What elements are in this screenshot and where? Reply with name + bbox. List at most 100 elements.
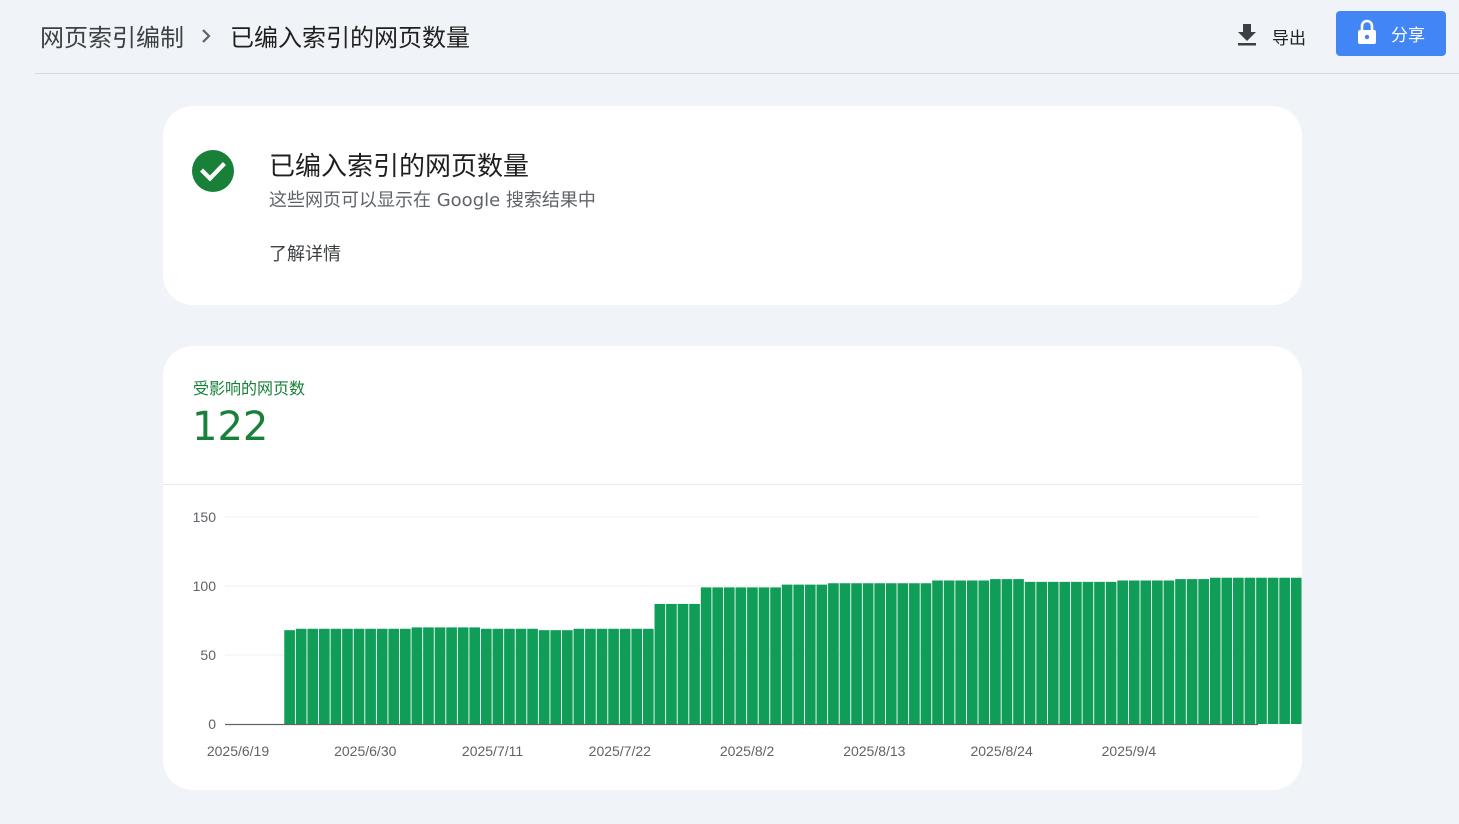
chart-bar bbox=[1094, 581, 1105, 724]
chart-bar bbox=[492, 628, 504, 724]
chart-bar bbox=[712, 587, 724, 724]
chart-bar bbox=[527, 628, 538, 724]
chart-bar bbox=[1140, 580, 1152, 724]
chart-bar bbox=[781, 584, 793, 724]
chart-bar bbox=[885, 583, 897, 724]
chevron-right-icon bbox=[200, 28, 212, 44]
page-title: 已编入索引的网页数量 bbox=[230, 24, 470, 52]
chart-bar bbox=[573, 628, 585, 724]
chart-bar bbox=[608, 628, 619, 724]
chart-bar bbox=[1152, 580, 1163, 724]
chart-bar bbox=[619, 628, 631, 724]
chart-bar bbox=[816, 584, 828, 724]
chart-bar bbox=[1082, 581, 1094, 724]
chart-bar bbox=[689, 603, 700, 724]
chart-bar bbox=[353, 628, 365, 724]
share-label: 分享 bbox=[1391, 26, 1425, 46]
header-divider bbox=[35, 73, 1459, 74]
chart-bar bbox=[365, 628, 376, 724]
y-tick-label: 0 bbox=[208, 716, 216, 732]
breadcrumb: 网页索引编制 已编入索引的网页数量 bbox=[40, 18, 470, 53]
chart-bar bbox=[1163, 580, 1175, 724]
chart-bar bbox=[932, 580, 943, 724]
export-button[interactable]: 导出 bbox=[1236, 20, 1306, 52]
y-tick-label: 100 bbox=[193, 578, 217, 594]
chart-bar bbox=[677, 603, 689, 724]
chart-bar bbox=[585, 628, 596, 724]
chart-bar bbox=[561, 630, 573, 724]
y-tick-label: 50 bbox=[200, 647, 216, 663]
download-icon bbox=[1236, 22, 1258, 50]
chart-bar bbox=[631, 628, 643, 724]
chart-bar bbox=[966, 580, 978, 724]
chart-bar bbox=[1071, 581, 1082, 724]
chart-bar bbox=[700, 587, 712, 724]
chart-bar bbox=[909, 583, 920, 724]
x-tick-label: 2025/9/4 bbox=[1102, 743, 1157, 759]
chart-bar bbox=[747, 587, 758, 724]
chart-bar bbox=[735, 587, 747, 724]
export-label: 导出 bbox=[1272, 28, 1306, 49]
x-tick-label: 2025/8/2 bbox=[720, 743, 775, 759]
indexed-pages-bar-chart: 0 50 100 150 2025/6/19 2025/6/30 2025/7/11 2025… bbox=[193, 509, 1302, 759]
chart-bar bbox=[399, 628, 411, 724]
chart-bar bbox=[504, 628, 515, 724]
chart-bar bbox=[897, 583, 909, 724]
chart-bar bbox=[1244, 577, 1256, 724]
chart-bar bbox=[723, 587, 735, 724]
chart-bar bbox=[446, 627, 457, 724]
chart-bar bbox=[1279, 577, 1290, 724]
chart-bar bbox=[874, 583, 886, 724]
chart-bar bbox=[978, 580, 990, 724]
chart-bar bbox=[411, 627, 423, 724]
chart-bar bbox=[457, 627, 469, 724]
chart-bar bbox=[1186, 579, 1198, 724]
breadcrumb-parent[interactable]: 网页索引编制 bbox=[40, 18, 184, 53]
chart-bar bbox=[307, 628, 319, 724]
chart-bar bbox=[1290, 577, 1302, 724]
chart-bar bbox=[480, 628, 492, 724]
learn-more-link[interactable]: 了解详情 bbox=[269, 240, 341, 266]
chart-bar bbox=[758, 587, 770, 724]
chart-bar bbox=[1117, 580, 1128, 724]
chart-bar bbox=[1256, 577, 1267, 724]
check-circle-icon bbox=[192, 150, 234, 196]
lock-icon bbox=[1357, 19, 1377, 49]
chart-bar bbox=[955, 580, 967, 724]
chart-bar bbox=[376, 628, 388, 724]
x-tick-label: 2025/7/11 bbox=[462, 743, 523, 759]
chart-bar bbox=[469, 627, 481, 724]
chart-bar bbox=[1001, 579, 1013, 724]
chart-bar bbox=[1059, 581, 1071, 724]
x-tick-label: 2025/6/19 bbox=[207, 743, 269, 759]
chart-bar bbox=[1128, 580, 1140, 724]
chart-bar bbox=[920, 583, 932, 724]
chart-bar bbox=[793, 584, 805, 724]
status-card: 已编入索引的网页数量 这些网页可以显示在 Google 搜索结果中 了解详情 bbox=[163, 106, 1302, 305]
chart-bar bbox=[1198, 579, 1209, 724]
chart-bar bbox=[550, 630, 562, 724]
chart-bar bbox=[1105, 581, 1117, 724]
x-tick-label: 2025/8/13 bbox=[843, 743, 905, 759]
x-tick-label: 2025/7/22 bbox=[589, 743, 651, 759]
status-subtitle: 这些网页可以显示在 Google 搜索结果中 bbox=[269, 190, 596, 211]
chart-bar bbox=[666, 603, 677, 724]
chart-bar bbox=[990, 579, 1001, 724]
chart-bar bbox=[342, 628, 353, 724]
chart-bar bbox=[828, 583, 839, 724]
chart-bar bbox=[1175, 579, 1186, 724]
chart-bar bbox=[642, 628, 654, 724]
chart-bar bbox=[1221, 577, 1233, 724]
top-bar: 网页索引编制 已编入索引的网页数量 导出 分享 bbox=[0, 0, 1459, 73]
chart-bar bbox=[1233, 577, 1244, 724]
share-button[interactable]: 分享 bbox=[1336, 11, 1446, 56]
status-title: 已编入索引的网页数量 bbox=[269, 152, 530, 182]
chart-bar bbox=[538, 630, 550, 724]
y-tick-label: 150 bbox=[193, 509, 217, 525]
chart-bar bbox=[1013, 579, 1024, 724]
chart-bar bbox=[1209, 577, 1221, 724]
chart-bar bbox=[770, 587, 781, 724]
chart-bar bbox=[284, 630, 295, 724]
chart-bar bbox=[423, 627, 434, 724]
chart-bar bbox=[654, 603, 666, 724]
